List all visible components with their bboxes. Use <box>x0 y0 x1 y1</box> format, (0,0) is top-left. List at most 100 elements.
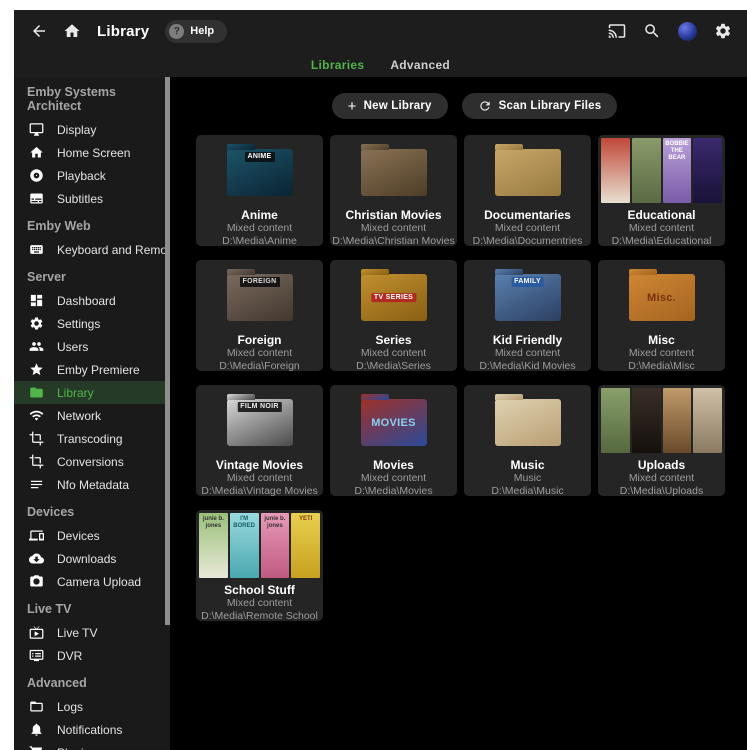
tab-advanced[interactable]: Advanced <box>390 58 450 72</box>
sidebar-item-dvr[interactable]: DVR <box>14 644 170 667</box>
playback-icon <box>29 168 44 183</box>
library-card-series[interactable]: TV SERIES Series Mixed content D:\Media\… <box>330 260 457 371</box>
sidebar-item-playback[interactable]: Playback <box>14 164 170 187</box>
sidebar-item-devices[interactable]: Devices <box>14 524 170 547</box>
library-card-educational[interactable]: BOBBIE THE BEAR Educational Mixed conten… <box>598 135 725 246</box>
library-card-christian-movies[interactable]: Christian Movies Mixed content D:\Media\… <box>330 135 457 246</box>
library-thumbnail: FOREIGN <box>196 260 323 328</box>
scan-library-label: Scan Library Files <box>499 100 602 112</box>
library-card-music[interactable]: Music Music D:\Media\Music <box>464 385 591 496</box>
library-art-label: FILM NOIR <box>237 402 281 412</box>
sidebar-item-live-tv[interactable]: Live TV <box>14 621 170 644</box>
help-button[interactable]: ? Help <box>165 20 227 43</box>
library-card-kid-friendly[interactable]: FAMILY Kid Friendly Mixed content D:\Med… <box>464 260 591 371</box>
sidebar-item-label: Display <box>57 123 96 137</box>
library-name: Vintage Movies <box>196 458 323 472</box>
sidebar-section-advanced: Advanced Logs NotificationsPlugins <box>14 667 170 750</box>
library-art-label: ANIME <box>244 152 274 162</box>
collage-strip-label: YETI <box>292 516 319 523</box>
folder-outline-icon <box>29 699 44 714</box>
sidebar-item-network[interactable]: Network <box>14 404 170 427</box>
library-card-foreign[interactable]: FOREIGN Foreign Mixed content D:\Media\F… <box>196 260 323 371</box>
page-title: Library <box>97 23 149 40</box>
sidebar-item-label: Live TV <box>57 626 97 640</box>
library-content-type: Mixed content <box>330 472 457 485</box>
sidebar-section-title: Emby Systems Architect <box>14 81 170 118</box>
collage-strip: YETI <box>291 513 320 578</box>
sidebar-item-library[interactable]: Library <box>14 381 170 404</box>
sidebar-section-emby-systems-architect: Emby Systems Architect Display Home Screen… <box>14 81 170 210</box>
library-thumbnail: BOBBIE THE BEAR <box>598 135 725 203</box>
library-folder-art: FOREIGN <box>227 274 293 321</box>
sidebar-item-conversions[interactable]: Conversions <box>14 450 170 473</box>
sidebar-section-title: Advanced <box>14 667 170 695</box>
tab-libraries[interactable]: Libraries <box>311 58 364 72</box>
search-icon[interactable] <box>643 22 661 40</box>
library-card-documentaries[interactable]: Documentaries Mixed content D:\Media\Doc… <box>464 135 591 246</box>
library-card-anime[interactable]: ANIME Anime Mixed content D:\Media\Anime <box>196 135 323 246</box>
sidebar-item-label: Camera Upload <box>57 575 141 589</box>
library-content-type: Mixed content <box>464 222 591 235</box>
sidebar-item-downloads[interactable]: Downloads <box>14 547 170 570</box>
sidebar-item-keyboard-and-remote[interactable]: Keyboard and Remote <box>14 238 170 261</box>
sidebar-item-display[interactable]: Display <box>14 118 170 141</box>
library-folder-art: FAMILY <box>495 274 561 321</box>
library-thumbnail: Misc. <box>598 260 725 328</box>
sidebar-section-emby-web: Emby Web Keyboard and Remote <box>14 210 170 261</box>
library-card-movies[interactable]: MOVIES Movies Mixed content D:\Media\Mov… <box>330 385 457 496</box>
sidebar-item-emby-premiere[interactable]: Emby Premiere <box>14 358 170 381</box>
library-collage-art <box>598 385 725 453</box>
sidebar-item-label: Logs <box>57 700 83 714</box>
sidebar-section-devices: DevicesDevicesDownloadsCamera Upload <box>14 496 170 593</box>
sidebar-item-notifications[interactable]: Notifications <box>14 718 170 741</box>
library-content-type: Mixed content <box>196 472 323 485</box>
sidebar-item-dashboard[interactable]: Dashboard <box>14 289 170 312</box>
library-name: School Stuff <box>196 583 323 597</box>
top-bar-right <box>608 22 732 41</box>
gear-icon[interactable] <box>714 22 732 40</box>
cast-icon[interactable] <box>608 22 626 40</box>
library-card-misc[interactable]: Misc. Misc Mixed content D:\Media\Misc <box>598 260 725 371</box>
sidebar-item-label: Settings <box>57 317 100 331</box>
scan-library-button[interactable]: Scan Library Files <box>462 93 618 119</box>
collage-strip <box>693 388 722 453</box>
library-path: D:\Media\Movies <box>330 485 457 496</box>
lines-icon <box>29 477 44 492</box>
live-tv-icon <box>29 625 44 640</box>
sidebar-item-plugins[interactable]: Plugins <box>14 741 170 750</box>
library-card-uploads[interactable]: Uploads Mixed content D:\Media\Uploads <box>598 385 725 496</box>
sidebar-item-home-screen[interactable]: Home Screen <box>14 141 170 164</box>
library-path: D:\Media\Music <box>464 485 591 496</box>
library-name: Misc <box>598 333 725 347</box>
library-toolbar: + New Library Scan Library Files <box>186 93 747 119</box>
library-path: D:\Media\Christian Movies <box>330 235 457 246</box>
sidebar-item-logs[interactable]: Logs <box>14 695 170 718</box>
sidebar-scrollbar[interactable] <box>165 77 170 625</box>
sidebar-item-label: Transcoding <box>57 432 123 446</box>
folder-icon <box>29 385 44 400</box>
star-icon <box>29 362 44 377</box>
app-window: Library ? Help Libraries Advanced Emby Sy… <box>14 10 747 750</box>
sidebar-item-camera-upload[interactable]: Camera Upload <box>14 570 170 593</box>
library-content-type: Music <box>464 472 591 485</box>
home-icon[interactable] <box>63 22 81 40</box>
library-art-label: MOVIES <box>368 415 419 429</box>
library-thumbnail: ANIME <box>196 135 323 203</box>
sidebar-item-label: Devices <box>57 529 100 543</box>
sidebar-item-settings[interactable]: Settings <box>14 312 170 335</box>
back-icon[interactable] <box>30 22 48 40</box>
library-card-school-stuff[interactable]: junie b. jonesI'M BOREDjunie b. jonesYET… <box>196 510 323 621</box>
wifi-icon <box>29 408 44 423</box>
sidebar-item-users[interactable]: Users <box>14 335 170 358</box>
sidebar-section-title: Emby Web <box>14 210 170 238</box>
sidebar-item-nfo-metadata[interactable]: Nfo Metadata <box>14 473 170 496</box>
collage-strip-label: BOBBIE THE BEAR <box>664 141 691 162</box>
sidebar-item-transcoding[interactable]: Transcoding <box>14 427 170 450</box>
sidebar-item-label: Keyboard and Remote <box>57 243 170 257</box>
new-library-button[interactable]: + New Library <box>332 93 448 119</box>
library-name: Series <box>330 333 457 347</box>
user-avatar[interactable] <box>678 22 697 41</box>
library-card-vintage-movies[interactable]: FILM NOIR Vintage Movies Mixed content D… <box>196 385 323 496</box>
sidebar-item-subtitles[interactable]: Subtitles <box>14 187 170 210</box>
library-content-type: Mixed content <box>598 347 725 360</box>
